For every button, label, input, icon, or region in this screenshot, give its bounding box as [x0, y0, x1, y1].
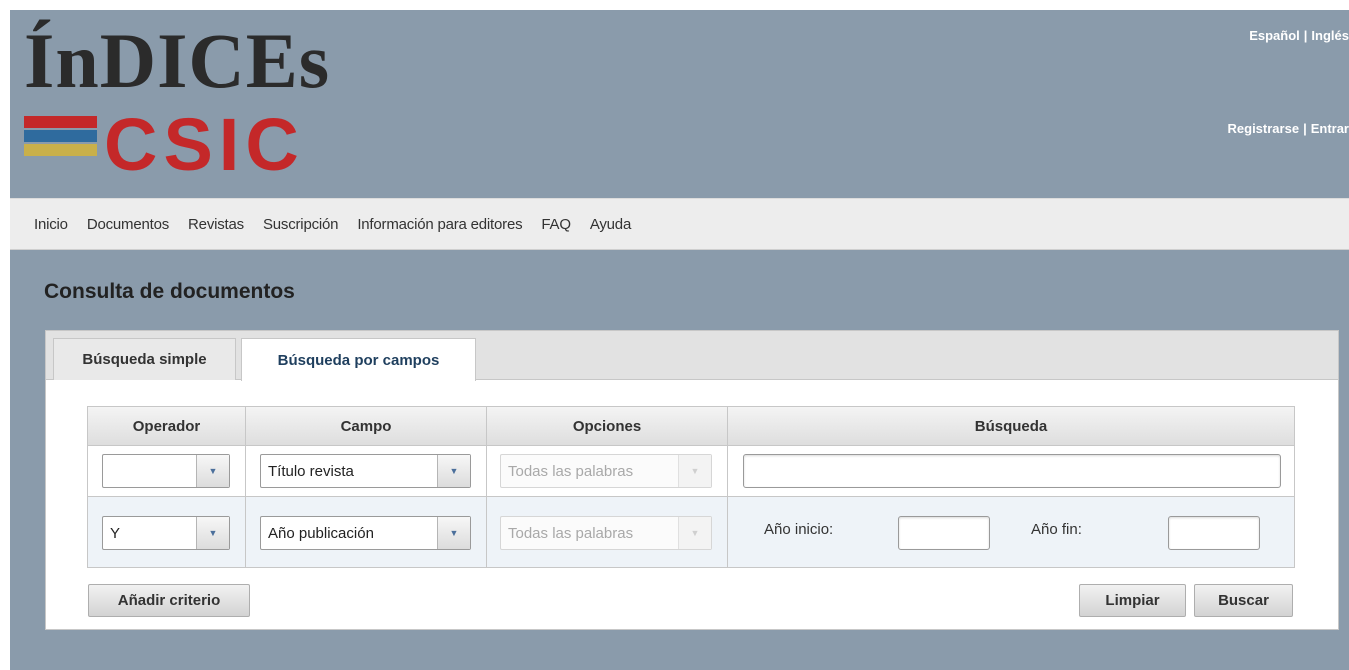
lang-spanish-link[interactable]: Español [1249, 28, 1300, 43]
table-header: Operador Campo Opciones Búsqueda [88, 407, 1294, 446]
field-select-value: Año publicación [268, 524, 374, 542]
field-select[interactable]: Título revista ▼ [260, 454, 471, 488]
field-cell: Título revista ▼ [246, 446, 487, 496]
logo-stripes [24, 116, 97, 158]
options-cell: Todas las palabras ▼ [487, 446, 728, 496]
tab-field-search[interactable]: Búsqueda por campos [241, 338, 476, 381]
dropdown-arrow-icon: ▼ [196, 455, 229, 487]
nav-item-info-editores[interactable]: Información para editores [357, 216, 522, 233]
search-cell: Año inicio: Año fin: [728, 497, 1294, 567]
search-text-input[interactable] [743, 454, 1281, 488]
user-links: Registrarse | Entrar [1228, 121, 1349, 136]
field-select[interactable]: Año publicación ▼ [260, 516, 471, 550]
nav-item-faq[interactable]: FAQ [541, 216, 571, 233]
page-title: Consulta de documentos [44, 280, 295, 303]
search-cell [728, 446, 1294, 496]
clear-button[interactable]: Limpiar [1079, 584, 1186, 617]
nav-item-inicio[interactable]: Inicio [34, 216, 68, 233]
nav-item-documentos[interactable]: Documentos [87, 216, 169, 233]
header-opciones: Opciones [487, 407, 728, 445]
register-link[interactable]: Registrarse [1228, 121, 1300, 136]
main-nav: Inicio Documentos Revistas Suscripción I… [10, 198, 1349, 250]
options-select[interactable]: Todas las palabras ▼ [500, 516, 712, 550]
field-cell: Año publicación ▼ [246, 497, 487, 567]
dropdown-arrow-icon: ▼ [437, 455, 470, 487]
login-link[interactable]: Entrar [1311, 121, 1349, 136]
add-criterion-button[interactable]: Añadir criterio [88, 584, 250, 617]
year-start-label: Año inicio: [764, 521, 834, 538]
year-start-input[interactable] [898, 516, 990, 550]
operator-cell: Y ▼ [88, 497, 246, 567]
nav-item-revistas[interactable]: Revistas [188, 216, 244, 233]
search-panel: Búsqueda simple Búsqueda por campos Oper… [45, 330, 1339, 630]
criteria-table: Operador Campo Opciones Búsqueda ▼ Títul… [87, 406, 1295, 568]
logo-title: ÍnDICEs [24, 17, 331, 104]
nav-item-suscripcion[interactable]: Suscripción [263, 216, 339, 233]
dropdown-arrow-icon: ▼ [437, 517, 470, 549]
year-end-input[interactable] [1168, 516, 1260, 550]
field-select-value: Título revista [268, 462, 354, 480]
dropdown-arrow-icon: ▼ [196, 517, 229, 549]
search-button[interactable]: Buscar [1194, 584, 1293, 617]
language-links: Español | Inglés [1249, 28, 1349, 43]
indices-csic-logo[interactable]: ÍnDICEs CSIC [24, 22, 364, 182]
options-select[interactable]: Todas las palabras ▼ [500, 454, 712, 488]
header-campo: Campo [246, 407, 487, 445]
tab-bar: Búsqueda simple Búsqueda por campos [46, 331, 1338, 381]
lang-english-link[interactable]: Inglés [1311, 28, 1349, 43]
dropdown-arrow-icon: ▼ [678, 455, 711, 487]
operator-select-value: Y [110, 524, 121, 542]
table-row: Y ▼ Año publicación ▼ Todas las palabras… [88, 497, 1294, 567]
separator: | [1303, 28, 1308, 43]
logo-stripe-red [24, 116, 97, 128]
dropdown-arrow-icon: ▼ [678, 517, 711, 549]
operator-select[interactable]: ▼ [102, 454, 230, 488]
tab-simple-search[interactable]: Búsqueda simple [53, 338, 236, 380]
options-cell: Todas las palabras ▼ [487, 497, 728, 567]
operator-cell: ▼ [88, 446, 246, 496]
nav-item-ayuda[interactable]: Ayuda [590, 216, 631, 233]
separator: | [1303, 121, 1307, 136]
logo-stripe-gold [24, 144, 97, 156]
operator-select[interactable]: Y ▼ [102, 516, 230, 550]
table-row: ▼ Título revista ▼ Todas las palabras ▼ [88, 446, 1294, 497]
header-busqueda: Búsqueda [974, 417, 1048, 435]
logo-stripe-blue [24, 130, 97, 142]
options-select-value: Todas las palabras [508, 462, 634, 480]
options-select-value: Todas las palabras [508, 524, 634, 542]
logo-subtitle: CSIC [104, 103, 305, 186]
year-end-label: Año fin: [1031, 521, 1082, 538]
header-operador: Operador [88, 407, 246, 445]
